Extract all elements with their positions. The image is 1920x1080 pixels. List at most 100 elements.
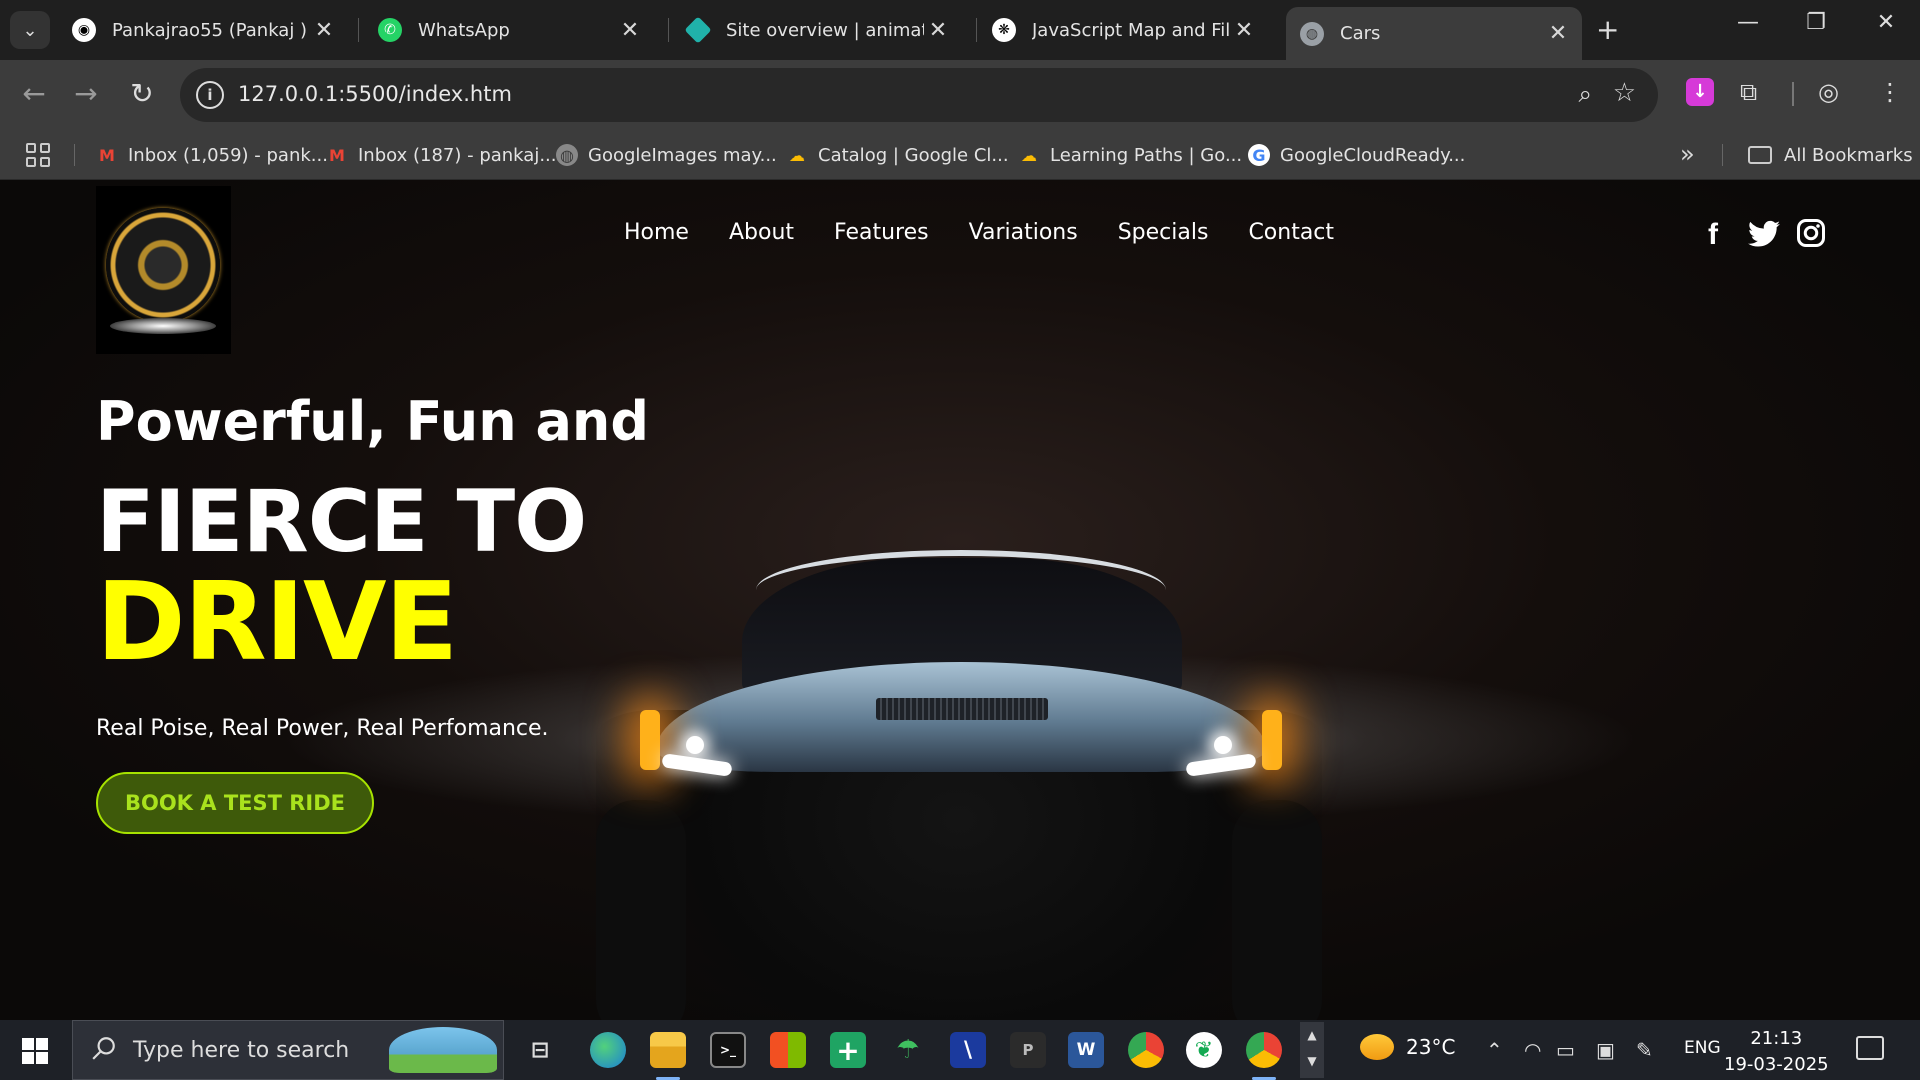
profile-icon[interactable]: ◎ xyxy=(1818,78,1839,106)
clock-date: 19-03-2025 xyxy=(1724,1054,1829,1075)
chrome-icon[interactable] xyxy=(1128,1032,1164,1068)
tab-separator xyxy=(668,18,669,42)
google-icon: G xyxy=(1248,144,1270,166)
close-window-button[interactable]: ✕ xyxy=(1866,10,1906,35)
site-info-icon[interactable]: i xyxy=(196,81,224,109)
nav-features[interactable]: Features xyxy=(834,220,929,245)
tab-whatsapp[interactable]: ✆ WhatsApp ✕ xyxy=(364,7,654,53)
tab-github[interactable]: ◉ Pankajrao55 (Pankaj ) ✕ xyxy=(58,7,348,53)
nav-specials[interactable]: Specials xyxy=(1118,220,1209,245)
terminal-icon[interactable]: >_ xyxy=(710,1032,746,1068)
close-tab-icon[interactable]: ✕ xyxy=(1230,18,1258,43)
minimize-button[interactable]: — xyxy=(1728,10,1768,35)
chatgpt-icon: ❋ xyxy=(992,18,1016,42)
apps-grid-icon[interactable] xyxy=(26,143,50,167)
chrome-profile-icon[interactable] xyxy=(1246,1032,1282,1080)
tab-cars[interactable]: ◍ Cars ✕ xyxy=(1286,7,1582,60)
site-logo[interactable] xyxy=(96,186,231,354)
twitter-icon[interactable] xyxy=(1748,220,1780,253)
webpage: Home About Features Variations Specials … xyxy=(0,180,1920,1020)
notification-icon[interactable] xyxy=(1856,1036,1884,1060)
hero-subtitle: Real Poise, Real Power, Real Perfomance. xyxy=(96,716,549,741)
google-cloud-icon: ☁ xyxy=(1021,145,1037,165)
mongodb-icon[interactable]: ❦ xyxy=(1186,1032,1222,1068)
nav-about[interactable]: About xyxy=(729,220,794,245)
all-bookmarks-button[interactable]: All Bookmarks xyxy=(1748,130,1913,180)
extensions-icon[interactable]: ⧉ xyxy=(1740,78,1757,106)
meet-icon[interactable]: ▣ xyxy=(1596,1038,1615,1062)
bookmark-google-images[interactable]: ◍ GoogleImages may... xyxy=(556,130,777,180)
more-bookmarks-icon[interactable]: » xyxy=(1680,140,1695,168)
browser-toolbar: ← → ↻ i 127.0.0.1:5500/index.htm ⌕ ☆ ↓ ⧉… xyxy=(0,60,1920,130)
car-grille xyxy=(876,698,1048,720)
bookmark-cloud-ready[interactable]: G GoogleCloudReady... xyxy=(1248,130,1465,180)
tab-site-overview[interactable]: Site overview | animated- ✕ xyxy=(672,7,962,53)
close-tab-icon[interactable]: ✕ xyxy=(310,18,338,43)
book-test-ride-button[interactable]: BOOK A TEST RIDE xyxy=(96,772,374,834)
weather-widget[interactable]: 23°C xyxy=(1360,1034,1455,1060)
umbrella-app-icon[interactable]: ☂ xyxy=(890,1032,926,1068)
hero-tagline: Powerful, Fun and xyxy=(96,390,649,453)
github-icon: ◉ xyxy=(72,18,96,42)
zoom-icon[interactable]: ⌕ xyxy=(1579,80,1592,108)
menu-icon[interactable]: ⋮ xyxy=(1878,78,1902,106)
car-wheel-left xyxy=(596,800,686,1020)
tray-chevron-icon[interactable]: ⌃ xyxy=(1486,1038,1503,1062)
clock-time: 21:13 xyxy=(1750,1028,1803,1049)
address-bar[interactable]: i 127.0.0.1:5500/index.htm ⌕ ☆ xyxy=(180,68,1658,122)
bookmark-gmail-1[interactable]: M Inbox (1,059) - pank... xyxy=(96,130,328,180)
instagram-icon[interactable] xyxy=(1796,218,1826,253)
sheets-icon[interactable]: + xyxy=(830,1032,866,1068)
nav-contact[interactable]: Contact xyxy=(1248,220,1334,245)
forward-icon[interactable]: → xyxy=(66,77,106,110)
tab-javascript[interactable]: ❋ JavaScript Map and Filter ✕ xyxy=(978,7,1268,53)
search-icon xyxy=(92,1037,115,1060)
folder-icon xyxy=(1748,146,1772,164)
taskbar-scroll[interactable]: ▲ ▼ xyxy=(1300,1022,1324,1078)
toolbar-divider xyxy=(1792,82,1794,106)
car-image xyxy=(596,380,1322,1020)
close-tab-icon[interactable]: ✕ xyxy=(924,18,952,43)
gmail-icon: M xyxy=(99,145,115,165)
wifi-icon[interactable]: ◠ xyxy=(1524,1038,1541,1062)
language-indicator[interactable]: ENG xyxy=(1684,1038,1721,1058)
car-lamp-right xyxy=(1214,736,1232,754)
car-wheel-right xyxy=(1232,800,1322,1020)
back-icon[interactable]: ← xyxy=(14,77,54,110)
bookmark-learning-paths[interactable]: ☁ Learning Paths | Go... xyxy=(1018,130,1242,180)
search-placeholder: Type here to search xyxy=(133,1038,350,1063)
bookmark-separator xyxy=(1722,144,1723,166)
close-tab-icon[interactable]: ✕ xyxy=(616,18,644,43)
microsoft-store-icon[interactable] xyxy=(770,1032,806,1068)
restore-button[interactable]: ❐ xyxy=(1796,10,1836,35)
url-text[interactable]: 127.0.0.1:5500/index.htm xyxy=(238,82,512,106)
download-extension-icon[interactable]: ↓ xyxy=(1686,78,1714,106)
new-tab-button[interactable]: + xyxy=(1596,13,1619,46)
car-lamp-left xyxy=(686,736,704,754)
bookmark-catalog[interactable]: ☁ Catalog | Google Cl... xyxy=(786,130,1009,180)
windows-start-icon[interactable] xyxy=(22,1038,48,1064)
battery-icon[interactable]: ▭ xyxy=(1556,1038,1575,1062)
pen-icon[interactable]: ✎ xyxy=(1636,1038,1653,1062)
edge-icon[interactable] xyxy=(590,1032,626,1068)
file-explorer-icon[interactable] xyxy=(650,1032,686,1080)
vscode-like-icon[interactable]: \ xyxy=(950,1032,986,1068)
tab-title: Site overview | animated- xyxy=(726,19,924,41)
taskbar-search[interactable]: Type here to search xyxy=(72,1020,504,1080)
bookmark-label: GoogleCloudReady... xyxy=(1280,144,1466,166)
nav-home[interactable]: Home xyxy=(624,220,689,245)
car-indicator-right xyxy=(1262,710,1282,770)
bookmark-star-icon[interactable]: ☆ xyxy=(1613,78,1636,108)
clock[interactable]: 21:13 19-03-2025 xyxy=(1724,1026,1829,1078)
facebook-icon[interactable]: f xyxy=(1708,218,1718,252)
reload-icon[interactable]: ↻ xyxy=(122,77,162,110)
word-icon[interactable]: W xyxy=(1068,1032,1104,1068)
task-view-icon[interactable]: ⊟ xyxy=(522,1032,558,1068)
bookmark-label: GoogleImages may... xyxy=(588,144,777,166)
nav-variations[interactable]: Variations xyxy=(969,220,1078,245)
close-tab-icon[interactable]: ✕ xyxy=(1544,21,1572,46)
tab-search-button[interactable]: ⌄ xyxy=(10,11,50,49)
bookmark-gmail-2[interactable]: M Inbox (187) - pankaj... xyxy=(326,130,556,180)
p-app-icon[interactable]: P xyxy=(1010,1032,1046,1068)
bookmark-separator xyxy=(74,144,75,166)
